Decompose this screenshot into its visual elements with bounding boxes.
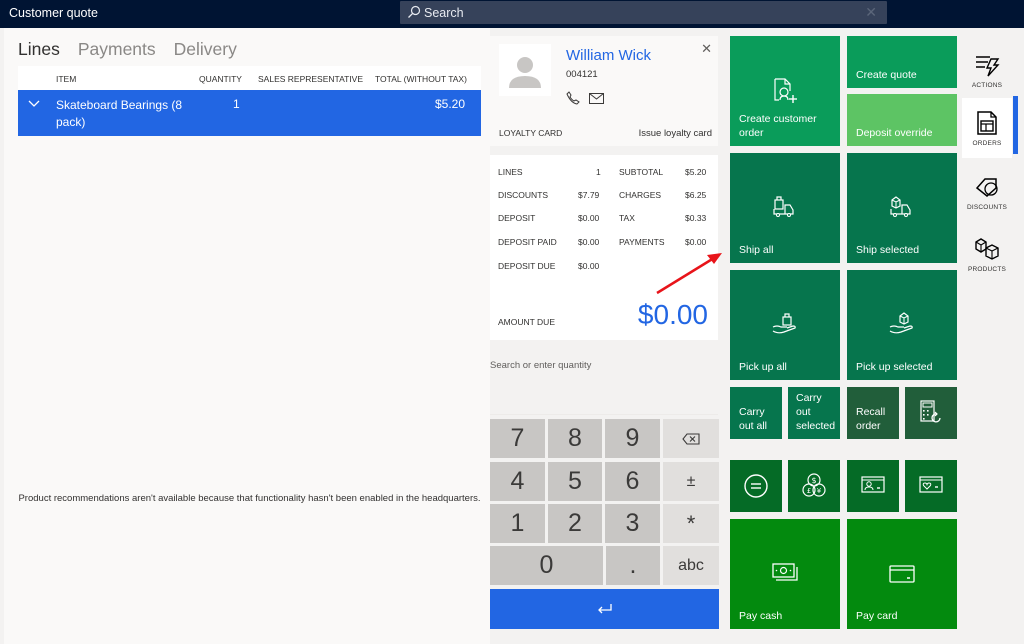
- currency-coins-icon: $ £ ¥: [802, 473, 826, 497]
- tile-label: Deposit override: [856, 127, 933, 139]
- pick-up-selected-tile[interactable]: Pick up selected: [847, 270, 957, 380]
- create-customer-order-tile[interactable]: Create customer order: [730, 36, 840, 146]
- deposit-override-tile[interactable]: Deposit override: [847, 94, 957, 146]
- loyalty-card-icon: [919, 476, 943, 493]
- tile-label: Create customer order: [739, 113, 817, 139]
- sidebar-label: PRODUCTS: [967, 266, 1007, 273]
- create-quote-tile[interactable]: Create quote: [847, 36, 957, 88]
- sidebar-item-orders[interactable]: ORDERS: [962, 98, 1012, 158]
- pay-loyalty-tile[interactable]: [905, 460, 957, 512]
- tile-label: Pay cash: [739, 610, 783, 622]
- sidebar-label: DISCOUNTS: [966, 204, 1008, 211]
- equals-circle-icon: [744, 474, 768, 498]
- tile-label: Pick up all: [739, 361, 787, 373]
- sidebar-label: ORDERS: [972, 140, 1002, 147]
- pay-currency-tile[interactable]: $ £ ¥: [788, 460, 840, 512]
- svg-text:$: $: [811, 476, 816, 485]
- ship-selected-tile[interactable]: Ship selected: [847, 153, 957, 263]
- tile-label: Ship all: [739, 244, 774, 256]
- recall-order-tile[interactable]: Recall order: [847, 387, 899, 439]
- carry-out-selected-tile[interactable]: Carry out selected: [788, 387, 840, 439]
- pay-exact-tile[interactable]: [730, 460, 782, 512]
- ship-all-tile[interactable]: Ship all: [730, 153, 840, 263]
- pay-customer-account-tile[interactable]: [847, 460, 899, 512]
- ship-truck-bag-icon: [773, 196, 794, 217]
- tile-label: Ship selected: [856, 244, 920, 256]
- tile-label: Pay card: [856, 610, 898, 622]
- sidebar-label: ACTIONS: [971, 82, 1003, 89]
- sidebar-item-discounts[interactable]: DISCOUNTS: [962, 162, 1012, 222]
- pickup-hand-bag-icon: [772, 313, 796, 334]
- carry-out-all-tile[interactable]: Carry out all: [730, 387, 782, 439]
- tile-label: Pick up selected: [856, 361, 933, 373]
- calculator-refresh-icon: [920, 400, 941, 423]
- products-boxes-icon: [975, 238, 999, 260]
- discount-tag-icon: [975, 178, 998, 197]
- pick-up-all-tile[interactable]: Pick up all: [730, 270, 840, 380]
- pay-card-tile[interactable]: Pay card: [847, 519, 957, 629]
- cash-icon: [772, 563, 798, 581]
- active-indicator: [1013, 96, 1018, 154]
- ship-truck-box-icon: [890, 196, 911, 217]
- tile-label: Create quote: [856, 69, 917, 81]
- calculator-recall-tile[interactable]: [905, 387, 957, 439]
- tile-label: Carry out selected: [796, 392, 836, 432]
- pickup-hand-box-icon: [889, 312, 913, 334]
- svg-text:¥: ¥: [817, 487, 822, 495]
- credit-card-icon: [889, 565, 915, 583]
- sidebar-item-actions[interactable]: ACTIONS: [962, 40, 1012, 100]
- tile-label: Recall order: [856, 406, 886, 432]
- sidebar-item-products[interactable]: PRODUCTS: [962, 224, 1012, 284]
- tile-label: Carry out all: [739, 406, 768, 432]
- orders-icon: [977, 111, 997, 135]
- create-order-icon: [774, 78, 797, 103]
- customer-account-card-icon: [861, 476, 885, 493]
- sidebar: ACTIONS ORDERS DISCOUNTS PRODUCTS: [962, 28, 1024, 644]
- svg-text:£: £: [807, 487, 811, 495]
- pay-cash-tile[interactable]: Pay cash: [730, 519, 840, 629]
- actions-icon: [976, 56, 1000, 77]
